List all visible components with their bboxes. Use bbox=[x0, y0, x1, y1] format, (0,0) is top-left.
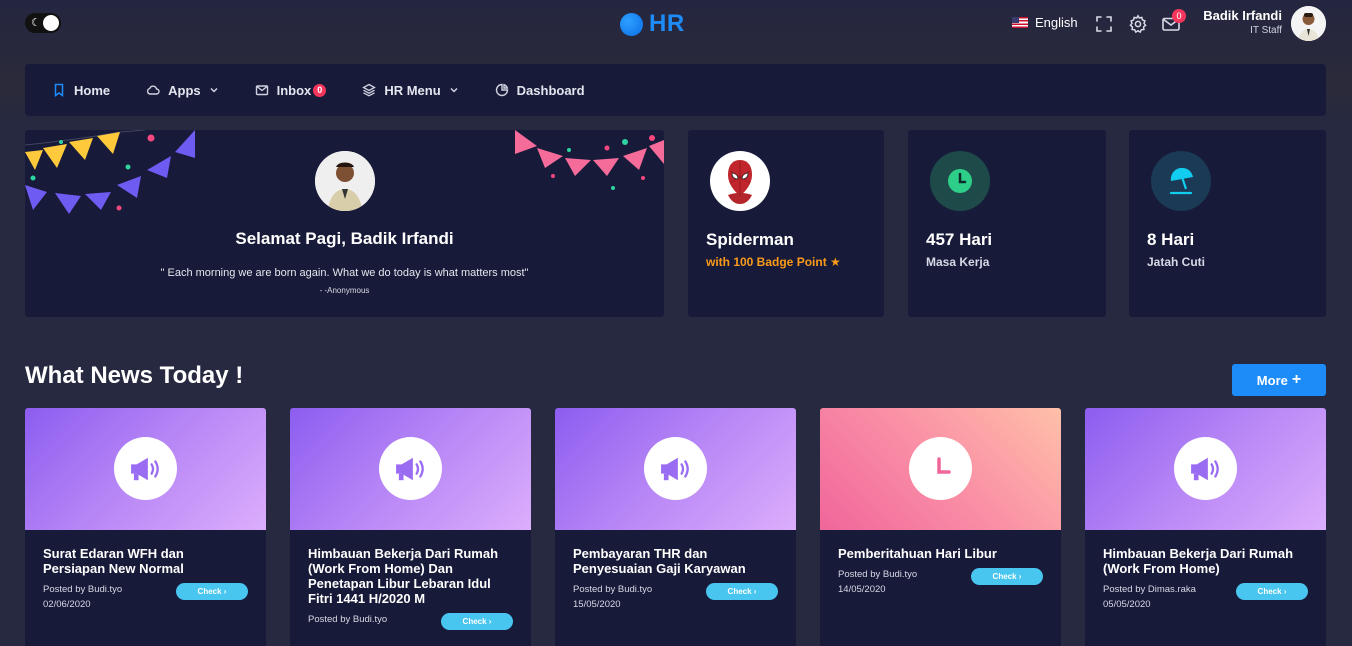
moon-icon: ☾ bbox=[31, 17, 41, 29]
news-author: Posted by Budi.tyo bbox=[43, 584, 123, 595]
news-author: Posted by Dimas.raka bbox=[1103, 584, 1196, 595]
news-card[interactable]: Surat Edaran WFH dan Persiapan New Norma… bbox=[25, 408, 266, 646]
user-role: IT Staff bbox=[1250, 25, 1282, 36]
news-headline: Himbauan Bekerja Dari Rumah (Work From H… bbox=[308, 546, 499, 606]
nav-home[interactable]: Home bbox=[52, 83, 110, 98]
check-label: Check bbox=[992, 572, 1017, 581]
bookmark-icon bbox=[54, 83, 64, 97]
badge-stat-title: Spiderman bbox=[706, 230, 794, 249]
news-image bbox=[555, 408, 796, 530]
nav-hr-menu-label: HR Menu bbox=[384, 82, 441, 98]
news-image bbox=[1085, 408, 1326, 530]
user-avatar[interactable] bbox=[1291, 6, 1326, 41]
dark-mode-toggle[interactable]: ☾ bbox=[25, 13, 61, 33]
leave-quota-card: 8 Hari Jatah Cuti bbox=[1129, 130, 1326, 317]
news-headline: Pembayaran THR dan Penyesuaian Gaji Kary… bbox=[573, 546, 746, 576]
language-selector[interactable]: English bbox=[1012, 15, 1078, 30]
badge-stat-card: Spiderman with 100 Badge Point ★ bbox=[688, 130, 884, 317]
news-card[interactable]: Pembayaran THR dan Penyesuaian Gaji Kary… bbox=[555, 408, 796, 646]
news-headline: Pemberitahuan Hari Libur bbox=[838, 546, 997, 561]
logo-dot-icon bbox=[620, 12, 643, 36]
mail-icon bbox=[255, 85, 268, 96]
megaphone-icon bbox=[1174, 437, 1237, 500]
user-name: Badik Irfandi bbox=[1203, 8, 1282, 23]
user-info[interactable]: Badik Irfandi IT Staff bbox=[1196, 8, 1282, 36]
news-image bbox=[820, 408, 1061, 530]
check-button[interactable]: Check › bbox=[1236, 583, 1308, 600]
news-date: 15/05/2020 bbox=[573, 599, 621, 610]
fullscreen-icon[interactable] bbox=[1094, 14, 1114, 34]
chevron-down-icon bbox=[450, 87, 458, 93]
welcome-card: Selamat Pagi, Badik Irfandi " Each morni… bbox=[25, 130, 664, 317]
top-bar: ☾ HR English 0 Badik Irfandi IT Staff bbox=[0, 0, 1352, 48]
check-button[interactable]: Check › bbox=[971, 568, 1043, 585]
nav-inbox[interactable]: Inbox 0 bbox=[255, 83, 327, 98]
spiderman-avatar bbox=[710, 151, 770, 211]
main-navigation: Home Apps Inbox 0 HR Menu Dashboard bbox=[25, 64, 1326, 116]
megaphone-icon bbox=[379, 437, 442, 500]
news-author: Posted by Budi.tyo bbox=[308, 614, 388, 625]
us-flag-icon bbox=[1012, 17, 1028, 28]
nav-apps-label: Apps bbox=[168, 82, 201, 98]
nav-hr-menu[interactable]: HR Menu bbox=[362, 83, 458, 98]
clock-icon-circle bbox=[930, 151, 990, 211]
check-label: Check bbox=[462, 617, 487, 626]
news-date: 05/05/2020 bbox=[1103, 599, 1151, 610]
nav-inbox-label: Inbox bbox=[276, 82, 312, 98]
profile-photo bbox=[315, 151, 375, 211]
inbox-count-badge: 0 bbox=[313, 83, 327, 97]
toggle-knob bbox=[43, 15, 59, 31]
nav-apps[interactable]: Apps bbox=[146, 83, 219, 98]
leave-quota-value: 8 Hari bbox=[1147, 230, 1195, 249]
nav-home-label: Home bbox=[74, 82, 111, 98]
badge-stat-subtitle: with 100 Badge Point ★ bbox=[706, 255, 841, 269]
greeting-text: Selamat Pagi, Badik Irfandi bbox=[235, 229, 454, 248]
settings-gear-icon[interactable] bbox=[1128, 14, 1148, 34]
mail-count-badge: 0 bbox=[1172, 9, 1186, 23]
chevron-down-icon bbox=[210, 87, 218, 93]
news-card[interactable]: Himbauan Bekerja Dari Rumah (Work From H… bbox=[1085, 408, 1326, 646]
check-button[interactable]: Check › bbox=[176, 583, 248, 600]
news-card[interactable]: Pemberitahuan Hari Libur Posted by Budi.… bbox=[820, 408, 1061, 646]
quote-author: - -Anonymous bbox=[319, 286, 370, 295]
news-section-title: What News Today ! bbox=[25, 362, 244, 389]
more-news-button[interactable]: More + bbox=[1232, 364, 1326, 396]
check-button[interactable]: Check › bbox=[706, 583, 778, 600]
news-card[interactable]: Himbauan Bekerja Dari Rumah (Work From H… bbox=[290, 408, 531, 646]
news-date: 02/06/2020 bbox=[43, 599, 91, 610]
news-image bbox=[25, 408, 266, 530]
leave-quota-label: Jatah Cuti bbox=[1147, 255, 1206, 269]
news-date: 14/05/2020 bbox=[838, 584, 886, 595]
work-duration-card: 457 Hari Masa Kerja bbox=[908, 130, 1106, 317]
megaphone-icon bbox=[644, 437, 707, 500]
beach-umbrella-icon bbox=[1169, 167, 1193, 195]
news-author: Posted by Budi.tyo bbox=[573, 584, 653, 595]
nav-dashboard-label: Dashboard bbox=[516, 82, 585, 98]
umbrella-icon-circle bbox=[1151, 151, 1211, 211]
cloud-icon bbox=[147, 85, 160, 95]
nav-dashboard[interactable]: Dashboard bbox=[495, 83, 585, 98]
work-duration-label: Masa Kerja bbox=[926, 255, 990, 269]
news-image bbox=[290, 408, 531, 530]
news-headline: Surat Edaran WFH dan Persiapan New Norma… bbox=[43, 546, 184, 576]
megaphone-icon bbox=[114, 437, 177, 500]
check-label: Check bbox=[197, 587, 222, 596]
app-logo[interactable]: HR bbox=[620, 10, 685, 38]
work-duration-value: 457 Hari bbox=[926, 230, 993, 249]
language-label: English bbox=[1035, 15, 1078, 30]
check-label: Check bbox=[727, 587, 752, 596]
pie-chart-icon bbox=[495, 83, 508, 97]
logo-text: HR bbox=[649, 10, 685, 37]
quote-text: " Each morning we are born again. What w… bbox=[160, 267, 529, 279]
plus-icon: + bbox=[1291, 371, 1302, 388]
check-label: Check bbox=[1257, 587, 1282, 596]
more-button-label: More bbox=[1256, 372, 1288, 388]
check-button[interactable]: Check › bbox=[441, 613, 513, 630]
news-author: Posted by Budi.tyo bbox=[838, 569, 918, 580]
clock-icon bbox=[948, 169, 972, 193]
news-headline: Himbauan Bekerja Dari Rumah (Work From H… bbox=[1103, 546, 1294, 576]
layers-icon bbox=[362, 83, 377, 97]
clock-icon bbox=[909, 437, 972, 500]
